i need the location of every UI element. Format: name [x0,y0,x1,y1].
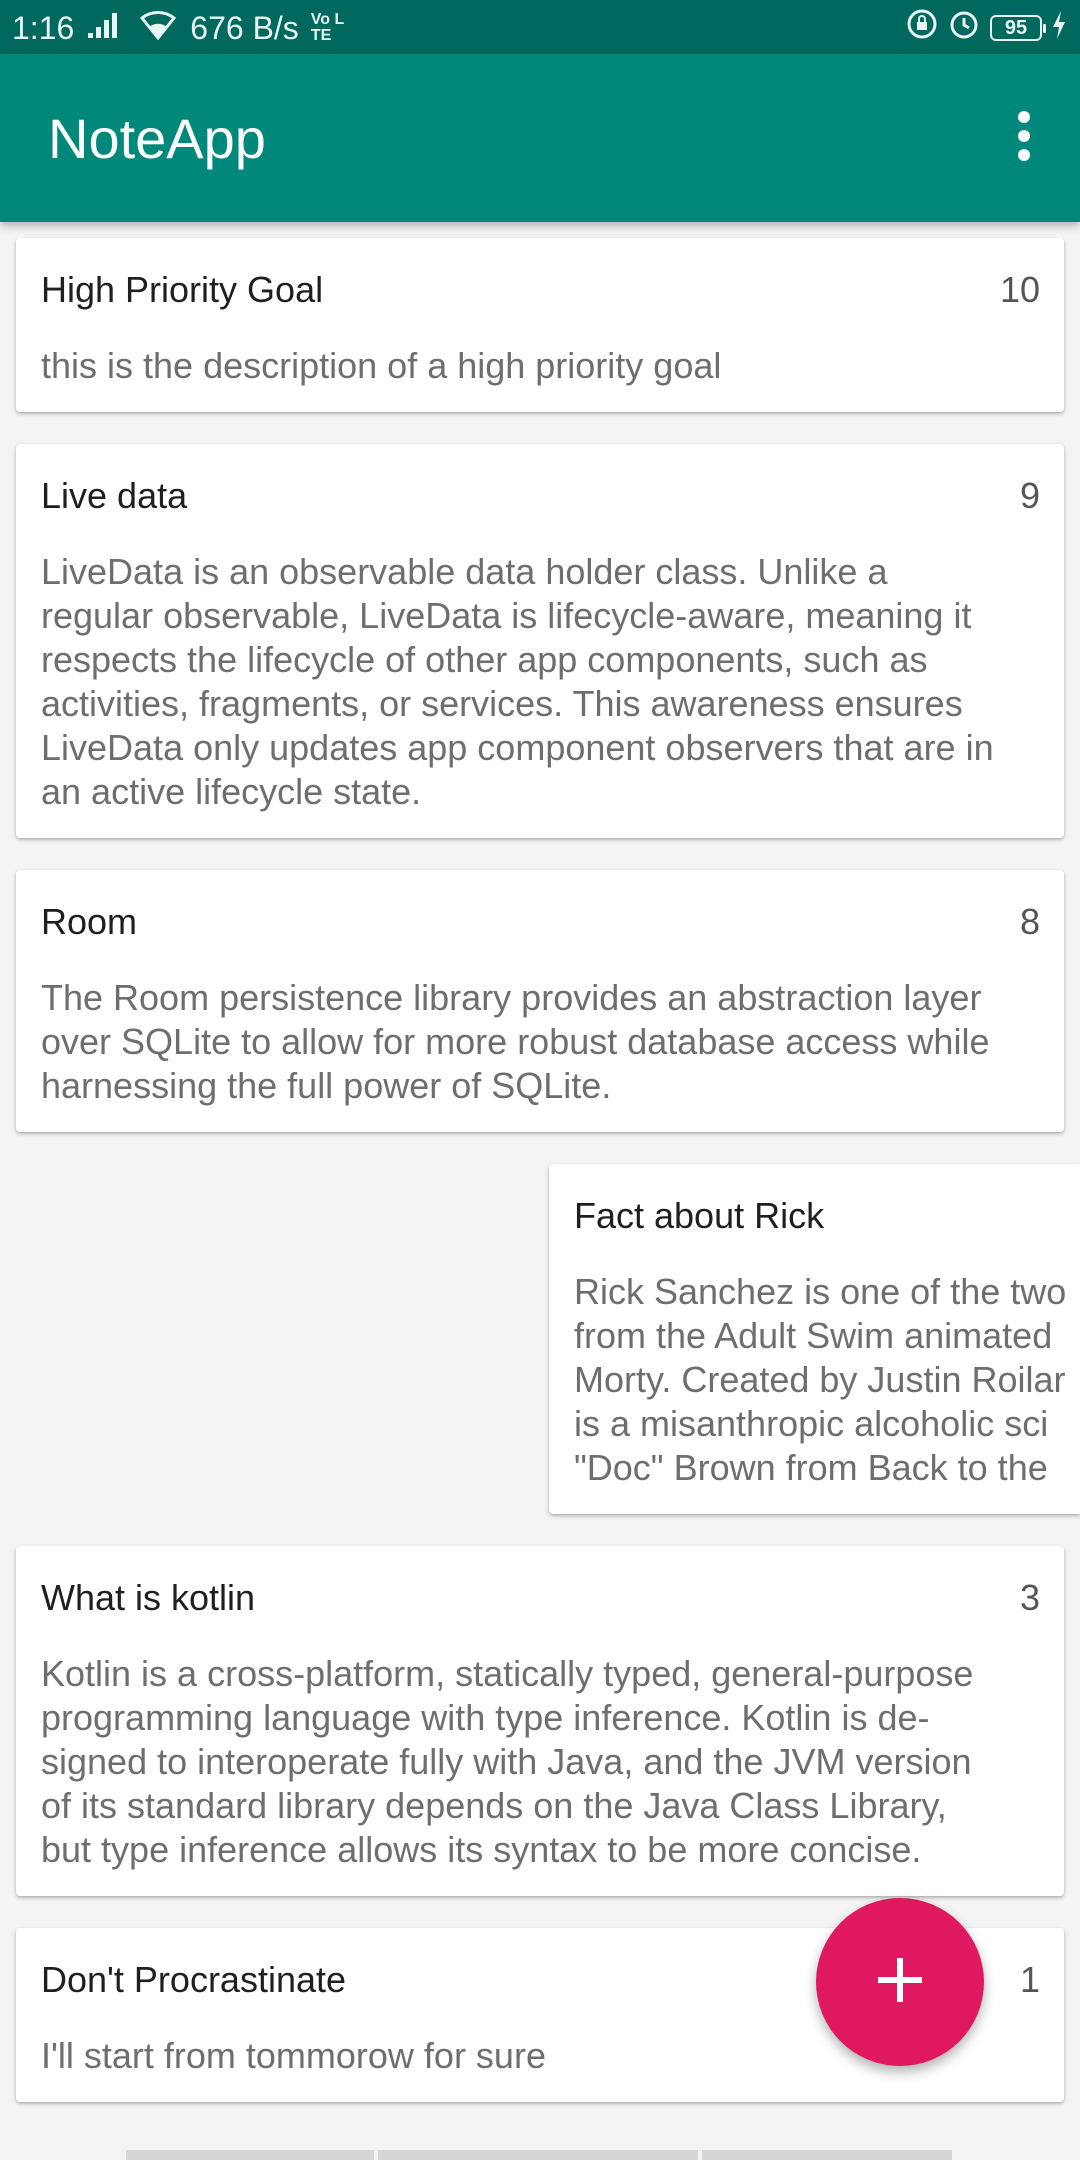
wifi-icon [138,8,178,48]
charging-icon [1052,10,1066,47]
note-title: Room [41,901,138,942]
note-title: What is kotlin [41,1577,256,1618]
status-time: 1:16 [12,10,75,46]
note-title: Live data [41,475,188,516]
status-left: 1:16 676 B/s Vo LTE [12,8,345,48]
app-bar: NoteApp [0,54,1080,222]
add-icon [876,1956,924,2009]
bottom-handle-segment [126,2150,374,2160]
bottom-handle-segment [702,2150,952,2160]
note-card[interactable]: High Priority Goal 10 this is the descri… [16,238,1064,412]
add-note-button[interactable] [816,1898,984,2066]
note-priority: 8 [1019,901,1040,942]
status-bar: 1:16 676 B/s Vo LTE 95 [0,0,1080,54]
note-card[interactable]: Live data 9 LiveData is an observable da… [16,444,1064,838]
note-description: Rick Sanchez is one of the two from the … [574,1271,1067,1488]
network-speed: 676 B/s [190,10,299,46]
note-priority: 3 [1019,1577,1040,1618]
note-title: Don't Procrastinate [41,1959,347,2000]
note-priority: 9 [1019,475,1040,516]
note-description: The Room persistence library provides an… [41,977,990,1106]
overflow-menu-button[interactable] [992,106,1056,170]
alarm-icon [948,8,980,48]
app-title: NoteApp [48,107,266,170]
note-card[interactable]: Room 8 The Room persistence library prov… [16,870,1064,1132]
bottom-handle [126,2150,954,2160]
volte-icon: Vo LTE [310,11,345,44]
note-description: Kotlin is a cross-platform, statically t… [41,1653,974,1870]
note-description: this is the description of a high priori… [41,345,722,386]
more-vert-icon [1016,110,1032,167]
note-title: Fact about Rick [574,1195,825,1236]
battery-level: 95 [1004,16,1028,39]
status-right: 95 [906,8,1066,48]
bottom-handle-segment [378,2150,698,2160]
note-priority: 10 [999,269,1040,310]
signal-icon [86,9,126,47]
note-list-screen: 1:16 676 B/s Vo LTE 95 NoteApp High Prio… [0,0,1080,2160]
note-priority: 1 [1019,1959,1040,2000]
note-description: LiveData is an observable data holder cl… [41,551,994,812]
note-title: High Priority Goal [41,269,324,310]
battery-icon: 95 [990,15,1046,41]
note-card-swiping[interactable]: Fact about Rick Rick Sanchez is one of t… [549,1164,1080,1514]
lock-rotation-icon [906,8,938,48]
note-card[interactable]: What is kotlin 3 Kotlin is a cross-platf… [16,1546,1064,1896]
